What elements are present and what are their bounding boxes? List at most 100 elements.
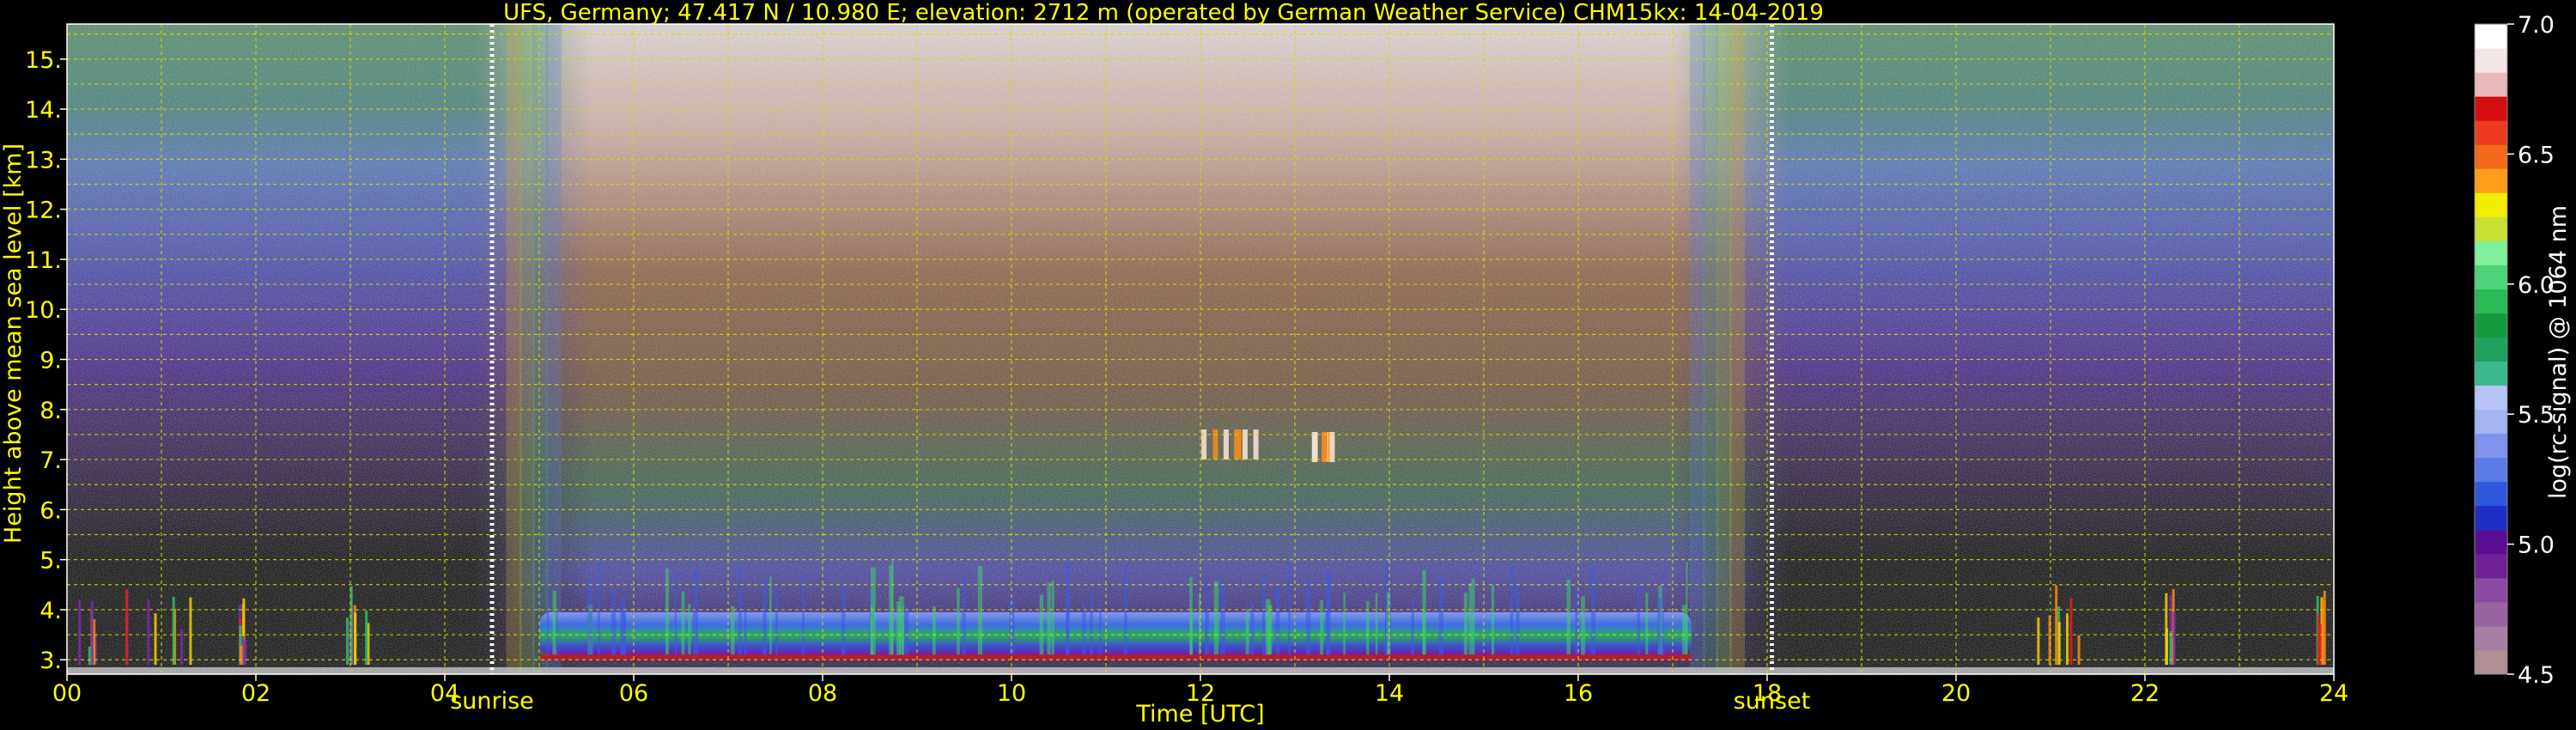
x-tick-label: 24 (2319, 680, 2348, 707)
colorbar-segment (2475, 96, 2507, 121)
colorbar-tick-label: 7.0 (2518, 12, 2555, 39)
x-tick-label: 14 (1375, 680, 1404, 707)
aerosol-streak (898, 596, 904, 655)
aerosol-streak (1220, 581, 1225, 655)
aerosol-streak (1468, 583, 1472, 655)
low-cloud-streak (2037, 617, 2040, 666)
aerosol-streak (1326, 569, 1329, 655)
y-tick-label: 11. (25, 247, 62, 274)
aerosol-streak (1190, 608, 1193, 655)
aerosol-streak (962, 576, 966, 655)
colorbar-segment (2475, 265, 2507, 289)
aerosol-streak (1366, 600, 1370, 655)
colorbar-segment (2475, 457, 2507, 483)
aerosol-streak (1471, 578, 1475, 655)
aerosol-streak (1463, 593, 1468, 655)
y-axis-label: Height above mean sea level [km] (0, 143, 27, 544)
low-cloud-streak (2066, 613, 2069, 666)
low-cloud-streak (2323, 590, 2326, 666)
colorbar-segment (2475, 361, 2507, 386)
colorbar-segment (2475, 649, 2507, 675)
aerosol-streak (1275, 586, 1280, 655)
aerosol-streak (769, 576, 772, 655)
colorbar-segment (2475, 505, 2507, 531)
y-tick-label: 9. (39, 348, 62, 374)
mid-level-cloud (1321, 432, 1327, 462)
annotation-sunset: sunset (1734, 688, 1811, 715)
aerosol-streak (1261, 574, 1266, 655)
aerosol-streak (1637, 583, 1640, 655)
aerosol-streak (1411, 599, 1415, 655)
x-axis-label: Time [UTC] (1135, 701, 1264, 727)
aerosol-streak (681, 591, 685, 655)
low-cloud-streak (349, 586, 353, 666)
colorbar-segment (2475, 337, 2507, 362)
aerosol-streak (1039, 594, 1044, 655)
x-tick-label: 00 (52, 680, 82, 707)
low-cloud-streak (90, 600, 94, 666)
aerosol-streak (1645, 592, 1649, 655)
x-tick-label: 06 (619, 680, 648, 707)
aerosol-streak (1375, 593, 1378, 655)
low-cloud-streak (180, 629, 184, 666)
aerosol-streak (1250, 603, 1255, 655)
aerosol-streak (802, 571, 805, 655)
low-cloud-streak (147, 599, 150, 666)
colorbar-segment (2475, 529, 2507, 555)
aerosol-streak (1305, 580, 1311, 655)
aerosol-streak (674, 570, 677, 655)
mid-level-cloud (1311, 432, 1317, 462)
y-tick-label: 13. (25, 147, 62, 173)
aerosol-streak (688, 604, 691, 655)
colorbar-segment (2475, 24, 2507, 49)
colorbar-segment (2475, 625, 2507, 651)
low-cloud-streak (2165, 593, 2168, 666)
aerosol-streak (621, 608, 627, 655)
colorbar-segment (2475, 48, 2507, 73)
aerosol-streak (891, 560, 894, 655)
aerosol-streak (587, 578, 593, 655)
aerosol-streak (1090, 590, 1094, 655)
colorbar-segment (2475, 385, 2507, 411)
aerosol-streak (693, 570, 698, 655)
low-cloud-streak (172, 596, 175, 666)
low-cloud-streak (189, 597, 192, 666)
low-cloud-streak (240, 645, 243, 666)
x-tick-label: 08 (808, 680, 837, 707)
colorbar-segment (2475, 120, 2507, 145)
colorbar-segment (2475, 289, 2507, 313)
aerosol-streak (1066, 589, 1069, 655)
ceilometer-chart: 00 02 04 06 08 10 12 14 16 18 20 22 24 3.4.5.6.7.8.9… (0, 0, 2572, 727)
aerosol-streak (1423, 609, 1425, 655)
low-cloud-streak (244, 639, 247, 666)
colorbar-segment (2475, 72, 2507, 97)
aerosol-streak (977, 565, 983, 655)
colorbar-segment (2475, 240, 2507, 265)
low-cloud-streak (2069, 598, 2073, 666)
colorbar-segment (2475, 553, 2507, 579)
low-cloud-streak (354, 612, 357, 666)
aerosol-streak (775, 584, 778, 655)
aerosol-streak (1343, 593, 1346, 655)
ceilometer-quicklook: 00 02 04 06 08 10 12 14 16 18 20 22 24 3. 4. 5. 6. 7. 8. 9… (0, 0, 2576, 730)
colorbar-segment (2475, 601, 2507, 627)
aerosol-streak (1245, 608, 1249, 655)
colorbar: 4.55.05.56.06.57.0 (2474, 12, 2555, 689)
aerosol-streak (762, 580, 767, 655)
aerosol-streak (1082, 605, 1086, 655)
annotation-sunrise: sunrise (450, 688, 534, 715)
aerosol-streak (611, 589, 617, 655)
low-cloud-streak (125, 589, 129, 666)
colorbar-segment (2475, 409, 2507, 435)
low-cloud-streak (78, 599, 82, 666)
chart-title: UFS, Germany; 47.417 N / 10.980 E; eleva… (503, 0, 1824, 26)
y-tick-label: 3. (39, 648, 62, 674)
colorbar-segment (2475, 481, 2507, 507)
low-cloud-streak (2057, 622, 2061, 666)
aerosol-streak (1320, 599, 1324, 655)
aerosol-streak (1047, 582, 1051, 655)
aerosol-streak (665, 568, 670, 655)
x-tick-label: 10 (997, 680, 1026, 707)
aerosol-streak (1051, 580, 1054, 655)
y-tick-label: 5. (39, 548, 62, 575)
